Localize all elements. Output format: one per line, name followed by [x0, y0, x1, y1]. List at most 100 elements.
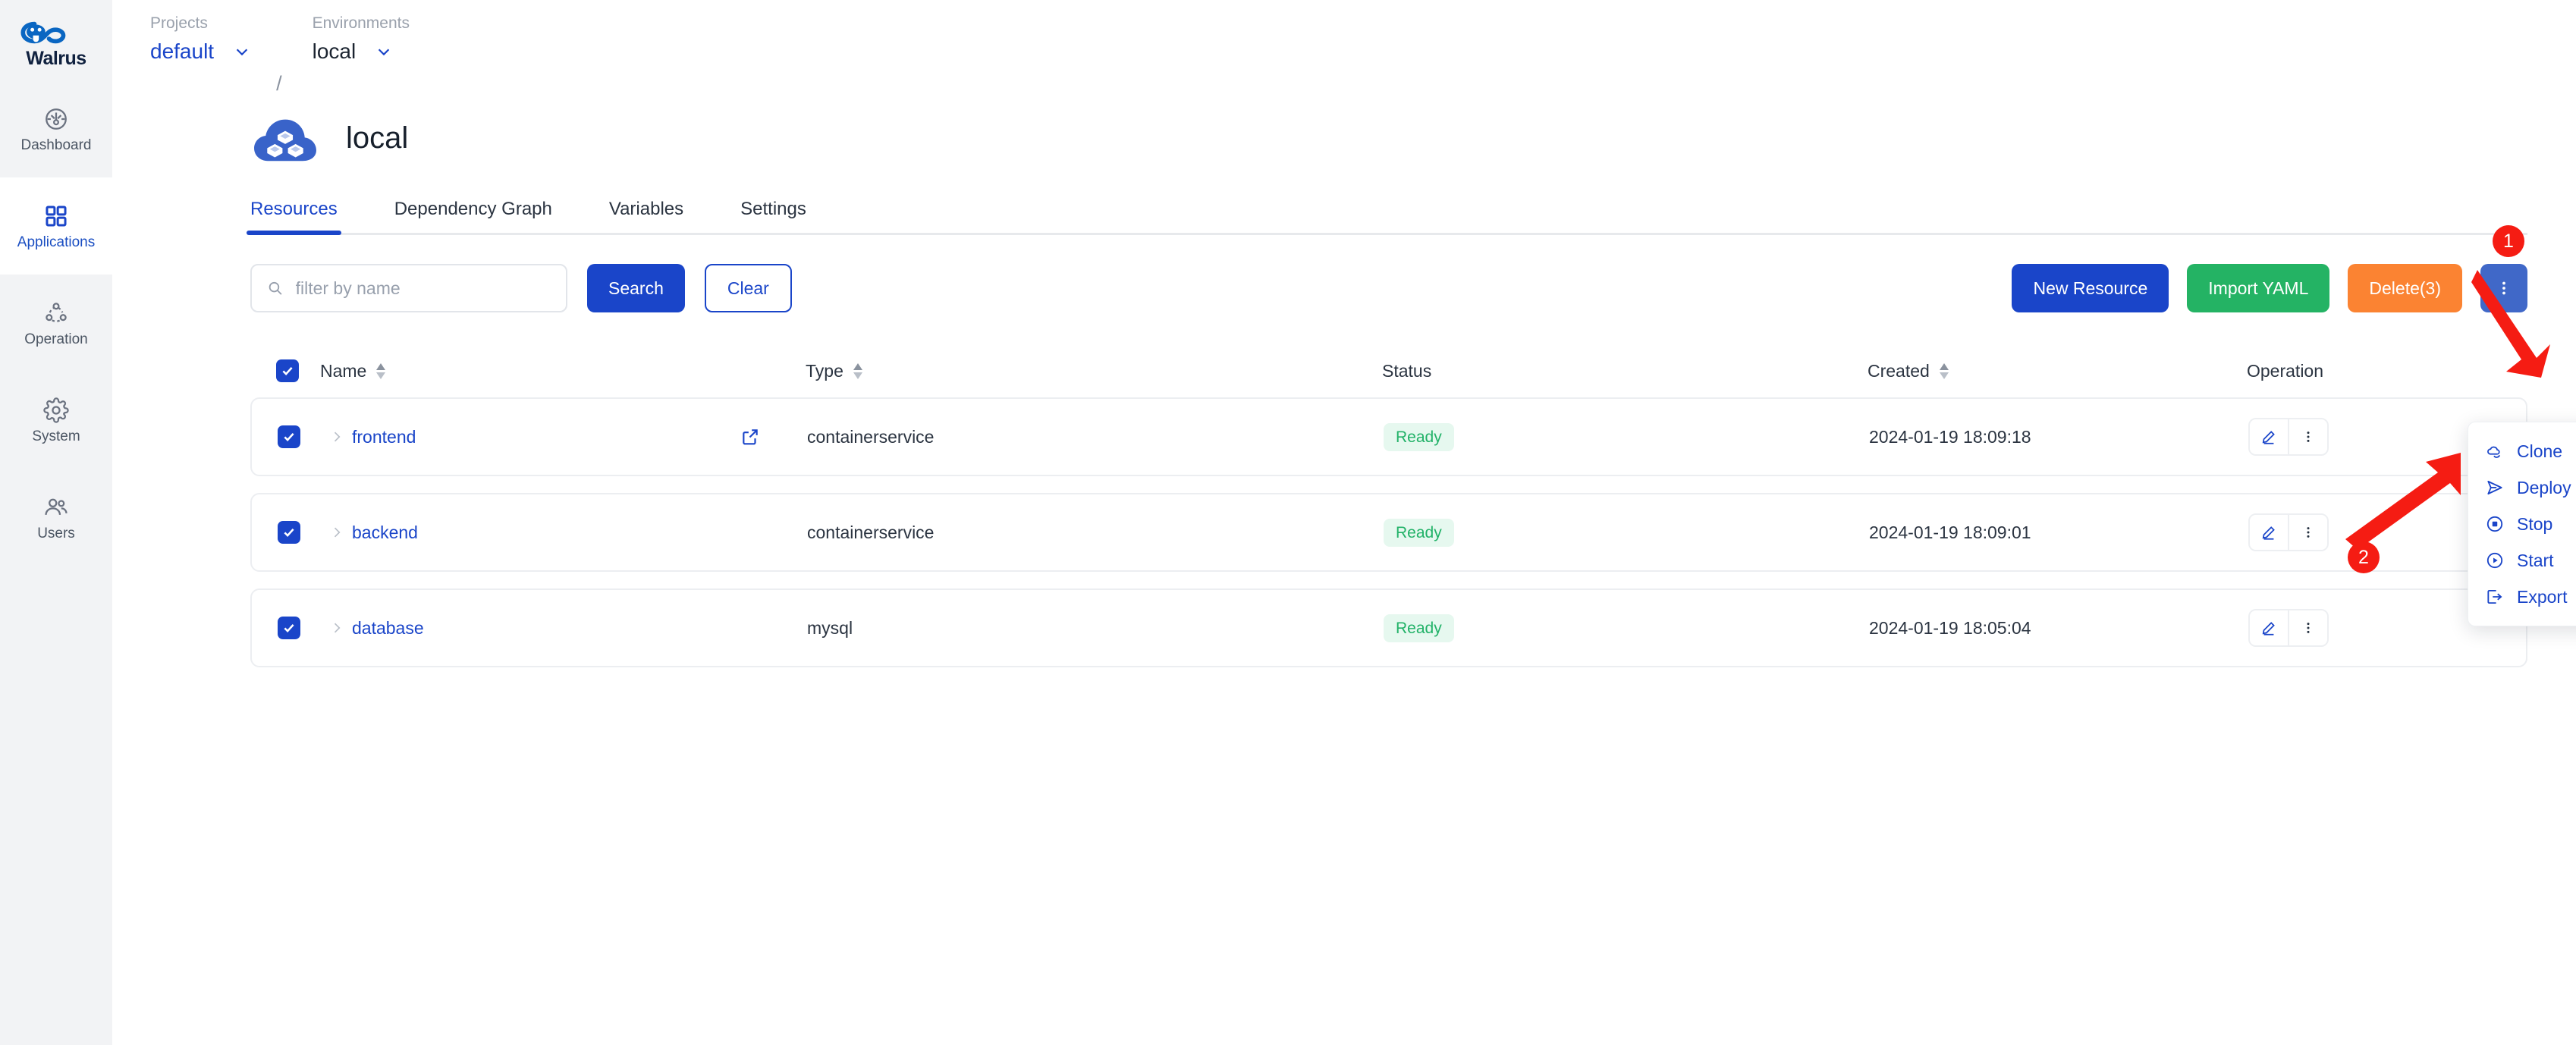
column-header-label: Operation: [2247, 360, 2324, 381]
menu-item-export[interactable]: Export: [2468, 579, 2576, 615]
column-header-name[interactable]: Name: [320, 361, 806, 381]
annotation-badge-1: 1: [2493, 225, 2524, 257]
caret-down-icon: [853, 372, 862, 379]
row-name-cell: backend: [322, 522, 807, 543]
row-more-button[interactable]: [2289, 419, 2327, 454]
users-icon: [45, 498, 68, 515]
more-actions-dropdown: Clone Deploy Stop Start Export: [2468, 422, 2576, 626]
resources-table: Name Type Status Created Operation front…: [112, 344, 2576, 667]
row-expand-toggle[interactable]: [322, 620, 352, 635]
status-badge: Ready: [1384, 422, 1454, 451]
edit-button[interactable]: [2250, 515, 2288, 550]
tab-variables[interactable]: Variables: [609, 199, 683, 235]
sort-toggle-created[interactable]: [1939, 362, 1949, 379]
sidebar-item-operation[interactable]: Operation: [0, 275, 112, 372]
resource-link[interactable]: frontend: [352, 427, 416, 447]
breadcrumb-project-label: Projects: [150, 14, 208, 32]
tab-settings[interactable]: Settings: [740, 199, 806, 235]
toolbar: Search Clear New Resource Import YAML De…: [112, 264, 2576, 312]
applications-icon: [46, 205, 67, 227]
edit-button[interactable]: [2250, 419, 2288, 454]
row-created-cell: 2024-01-19 18:05:04: [1869, 617, 2031, 638]
breadcrumb-environment: Environments local: [313, 15, 410, 62]
sidebar-item-label: Operation: [24, 331, 88, 347]
environment-selector[interactable]: local: [313, 41, 410, 62]
tab-resources[interactable]: Resources: [247, 199, 341, 235]
row-operation-cell: [2248, 418, 2500, 456]
tab-bar: Resources Dependency Graph Variables Set…: [112, 199, 2576, 235]
menu-item-stop[interactable]: Stop: [2468, 506, 2576, 542]
row-expand-toggle[interactable]: [322, 429, 352, 444]
kebab-vertical-icon: [2307, 623, 2310, 633]
table-row[interactable]: backend containerservice Ready 2024-01-1…: [250, 493, 2527, 572]
sidebar-item-applications[interactable]: Applications: [0, 177, 112, 275]
environment-selector-value: local: [312, 39, 357, 63]
search-input[interactable]: [295, 278, 551, 299]
caret-up-icon: [1939, 362, 1949, 370]
caret-up-icon: [853, 362, 862, 370]
table-row[interactable]: database mysql Ready 2024-01-19 18:05:04: [250, 588, 2527, 667]
menu-item-label: Start: [2517, 550, 2554, 570]
row-type-cell: containerservice: [807, 426, 935, 447]
row-status-cell: Ready: [1384, 422, 1869, 451]
clear-button[interactable]: Clear: [704, 264, 792, 312]
menu-item-start[interactable]: Start: [2468, 542, 2576, 579]
menu-item-deploy[interactable]: Deploy: [2468, 469, 2576, 506]
search-field[interactable]: [250, 264, 567, 312]
check-icon: [284, 433, 294, 441]
tab-dependency-graph[interactable]: Dependency Graph: [394, 199, 552, 235]
search-button[interactable]: Search: [587, 264, 685, 312]
stop-circle-icon: [2486, 516, 2503, 532]
import-yaml-button[interactable]: Import YAML: [2187, 264, 2330, 312]
clone-clouds-icon: [2487, 446, 2501, 458]
breadcrumb: Projects default / Environments local: [112, 0, 2576, 97]
row-select-cell: [278, 425, 322, 448]
sidebar: Walrus Dashboard Applications Operation: [0, 0, 112, 1045]
walrus-logo[interactable]: Walrus: [0, 8, 112, 80]
project-selector[interactable]: default: [150, 41, 250, 62]
menu-item-clone[interactable]: Clone: [2468, 433, 2576, 469]
chevron-right-icon: [334, 527, 341, 538]
sidebar-item-system[interactable]: System: [0, 372, 112, 469]
chevron-right-icon: [334, 431, 341, 442]
row-more-button[interactable]: [2289, 515, 2327, 550]
pencil-edit-icon: [2262, 622, 2275, 635]
resource-link[interactable]: database: [352, 618, 424, 639]
column-header-created[interactable]: Created: [1868, 361, 2247, 381]
external-link-button[interactable]: [740, 427, 807, 447]
sidebar-item-users[interactable]: Users: [0, 469, 112, 566]
row-checkbox[interactable]: [278, 425, 300, 448]
row-action-group: [2248, 609, 2329, 647]
new-resource-button[interactable]: New Resource: [2012, 264, 2169, 312]
column-header-label: Type: [806, 360, 843, 381]
row-checkbox[interactable]: [278, 617, 300, 639]
row-checkbox[interactable]: [278, 521, 300, 544]
select-all-checkbox[interactable]: [276, 359, 299, 382]
search-icon: [269, 281, 282, 295]
cloud-cubes-icon: [254, 119, 316, 162]
sidebar-item-dashboard[interactable]: Dashboard: [0, 80, 112, 177]
row-created-cell: 2024-01-19 18:09:01: [1869, 522, 2031, 542]
select-all-cell: [276, 359, 320, 382]
sort-toggle-name[interactable]: [375, 362, 386, 379]
menu-item-label: Clone: [2517, 441, 2563, 461]
column-header-label: Created: [1868, 360, 1930, 381]
pencil-edit-icon: [2262, 431, 2275, 444]
table-row[interactable]: frontend containerservice Ready 2024-01-…: [250, 397, 2527, 476]
row-expand-toggle[interactable]: [322, 525, 352, 540]
column-header-status: Status: [1382, 361, 1868, 381]
chevron-right-icon: [334, 623, 341, 633]
delete-button[interactable]: Delete(3): [2348, 264, 2462, 312]
resource-link[interactable]: backend: [352, 522, 418, 543]
column-header-type[interactable]: Type: [806, 361, 1382, 381]
edit-button[interactable]: [2250, 610, 2288, 645]
walrus-logo-text: Walrus: [26, 48, 86, 69]
row-more-button[interactable]: [2289, 610, 2327, 645]
walrus-logo-icon: [20, 21, 66, 44]
status-badge: Ready: [1384, 518, 1454, 547]
sort-toggle-type[interactable]: [853, 362, 863, 379]
column-header-operation: Operation: [2247, 361, 2502, 381]
annotation-arrow-2: [2345, 453, 2461, 550]
sidebar-item-label: System: [32, 428, 80, 444]
check-icon: [282, 367, 293, 375]
